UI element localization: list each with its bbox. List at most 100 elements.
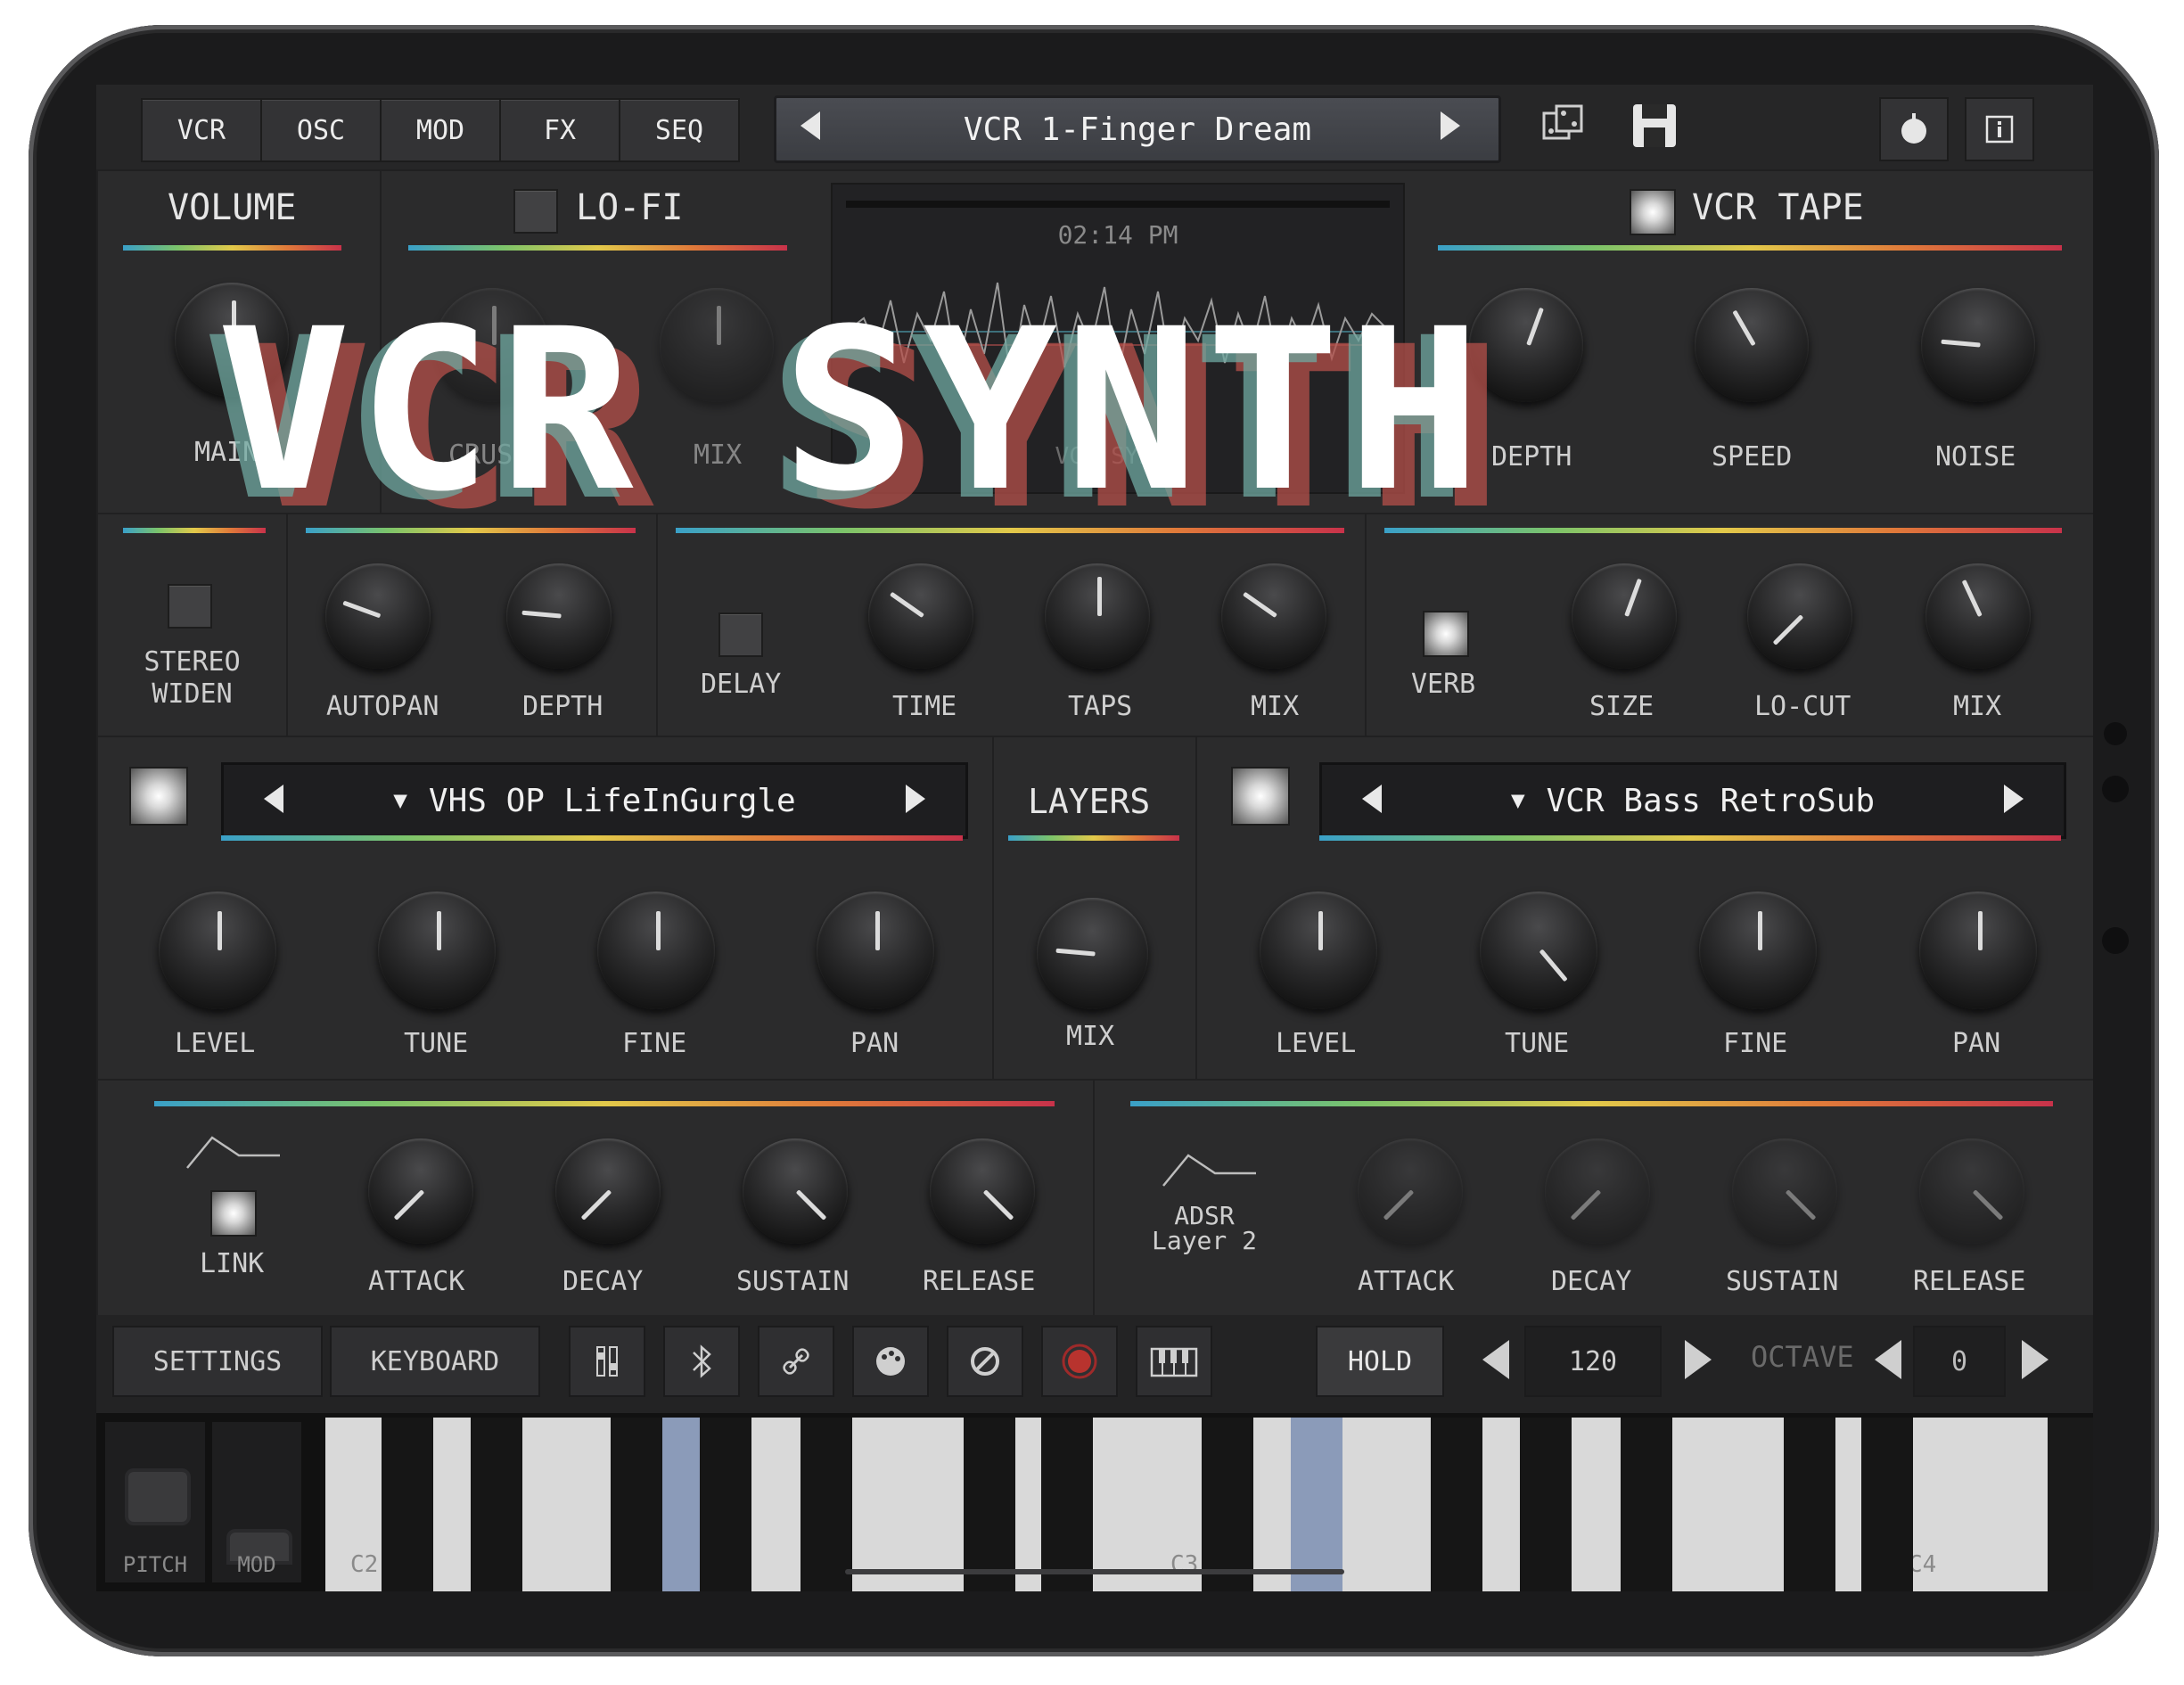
piano-black-key[interactable] (1784, 1418, 1835, 1591)
verb-size-label: SIZE (1589, 691, 1654, 722)
verb-mix-knob[interactable] (1925, 563, 2031, 669)
layer1-next-icon[interactable] (906, 785, 925, 813)
tempo-down-icon[interactable] (1482, 1340, 1509, 1379)
verb-locut-knob[interactable] (1747, 563, 1852, 669)
verb-size-knob[interactable] (1572, 563, 1677, 669)
mixer-icon[interactable] (569, 1326, 645, 1397)
layer2-preset-name: VCR Bass RetroSub (1546, 782, 1876, 819)
delay-time-knob[interactable] (868, 563, 973, 669)
mod-wheel[interactable]: MOD (212, 1422, 301, 1582)
env2-sustain-knob[interactable] (1732, 1138, 1837, 1244)
env2-attack-knob[interactable] (1358, 1138, 1463, 1244)
env1-attack-knob[interactable] (368, 1138, 473, 1244)
layer2-level-label: LEVEL (1276, 1028, 1357, 1059)
tab-mod[interactable]: MOD (380, 98, 501, 162)
piano-black-key[interactable] (611, 1418, 662, 1591)
hold-button[interactable]: HOLD (1316, 1326, 1444, 1397)
piano-black-key[interactable] (1621, 1418, 1672, 1591)
bluetooth-icon[interactable] (663, 1326, 740, 1397)
piano-black-key[interactable] (1041, 1418, 1093, 1591)
layer2-toggle[interactable] (1231, 767, 1290, 826)
piano-black-key[interactable] (964, 1418, 1015, 1591)
layers-mix-knob[interactable] (1037, 898, 1148, 1009)
piano-black-key[interactable] (700, 1418, 751, 1591)
layer2-prev-icon[interactable] (1362, 785, 1382, 813)
layer1-toggle[interactable] (129, 767, 188, 826)
piano-black-key[interactable] (1861, 1418, 1913, 1591)
env2-release-label: RELEASE (1913, 1266, 2026, 1297)
disabled-icon[interactable] (947, 1326, 1023, 1397)
tab-vcr[interactable]: VCR (141, 98, 262, 162)
verb-toggle[interactable] (1423, 611, 1469, 657)
delay-taps-knob[interactable] (1045, 563, 1150, 669)
delay-mix-knob[interactable] (1221, 563, 1326, 669)
piano-icon[interactable] (1136, 1326, 1212, 1397)
layer1-pan-knob[interactable] (817, 892, 934, 1009)
env1-attack-label: ATTACK (368, 1266, 465, 1297)
piano-black-key[interactable] (1202, 1418, 1253, 1591)
layer2-preset-selector[interactable]: ▼ VCR Bass RetroSub (1319, 762, 2066, 839)
piano-black-key[interactable] (471, 1418, 522, 1591)
env1-sustain-knob[interactable] (743, 1138, 848, 1244)
layer2-next-icon[interactable] (2004, 785, 2024, 813)
stereo-widen-label: STEREO WIDEN (144, 646, 241, 710)
layer1-pan-label: PAN (850, 1028, 899, 1059)
display-bar (846, 201, 1390, 208)
preset-next-icon[interactable] (1441, 111, 1460, 140)
layer1-tune-knob[interactable] (378, 892, 496, 1009)
layer2-fine-knob[interactable] (1699, 892, 1817, 1009)
vcr-tape-toggle[interactable] (1630, 189, 1676, 235)
piano-black-key[interactable] (2048, 1418, 2093, 1591)
tab-fx[interactable]: FX (499, 98, 620, 162)
env1-release-knob[interactable] (930, 1138, 1035, 1244)
layer2-pan-knob[interactable] (1919, 892, 2037, 1009)
piano-black-key[interactable] (1520, 1418, 1572, 1591)
link-toggle[interactable] (210, 1190, 257, 1237)
link-icon[interactable] (758, 1326, 834, 1397)
layer2-level-knob[interactable] (1260, 892, 1377, 1009)
layer1-prev-icon[interactable] (264, 785, 283, 813)
save-icon[interactable] (1628, 99, 1681, 152)
octave-display[interactable]: 0 (1913, 1326, 2006, 1397)
lofi-checkbox[interactable] (513, 189, 558, 234)
delay-checkbox[interactable] (718, 612, 763, 657)
env1-decay-knob[interactable] (555, 1138, 661, 1244)
tape-noise-knob[interactable] (1921, 288, 2035, 402)
tempo-display[interactable]: 120 (1524, 1326, 1662, 1397)
layer1-level-knob[interactable] (159, 892, 276, 1009)
tab-seq[interactable]: SEQ (619, 98, 740, 162)
dice-icon[interactable] (1539, 101, 1589, 151)
layer1-preset-selector[interactable]: ▼ VHS OP LifeInGurgle (221, 762, 968, 839)
palette-icon[interactable] (852, 1326, 929, 1397)
preset-prev-icon[interactable] (801, 111, 820, 140)
pitch-wheel[interactable]: PITCH (105, 1422, 205, 1582)
piano-black-key[interactable] (1431, 1418, 1482, 1591)
piano-black-key[interactable] (382, 1418, 433, 1591)
app-logo-title: VCR SYNTH (217, 281, 1489, 540)
keyboard-button[interactable]: KEYBOARD (330, 1326, 540, 1397)
tape-speed-knob[interactable] (1695, 288, 1809, 402)
preset-selector[interactable]: VCR 1-Finger Dream (774, 95, 1501, 163)
settings-button[interactable]: SETTINGS (112, 1326, 323, 1397)
piano-black-key-active[interactable] (1291, 1418, 1342, 1591)
env1-release-label: RELEASE (923, 1266, 1036, 1297)
pitch-wheel-thumb[interactable] (125, 1468, 191, 1525)
piano-black-key[interactable] (801, 1418, 852, 1591)
tab-osc[interactable]: OSC (260, 98, 382, 162)
info-icon[interactable] (1965, 97, 2034, 161)
octave-down-icon[interactable] (1875, 1340, 1901, 1379)
env2-decay-knob[interactable] (1545, 1138, 1650, 1244)
record-icon[interactable] (1041, 1326, 1118, 1397)
layer2-tune-knob[interactable] (1480, 892, 1597, 1009)
layer1-fine-knob[interactable] (597, 892, 715, 1009)
env2-release-knob[interactable] (1919, 1138, 2024, 1244)
dropdown-icon: ▼ (393, 787, 407, 814)
autopan-knob[interactable] (325, 563, 431, 669)
octave-up-icon[interactable] (2022, 1340, 2049, 1379)
power-knob-icon[interactable] (1879, 97, 1949, 161)
piano-white-key[interactable] (1966, 1418, 2049, 1591)
stereo-widen-checkbox[interactable] (168, 584, 212, 629)
autopan-depth-knob[interactable] (506, 563, 612, 669)
tempo-up-icon[interactable] (1685, 1340, 1712, 1379)
rainbow-divider (221, 835, 963, 841)
